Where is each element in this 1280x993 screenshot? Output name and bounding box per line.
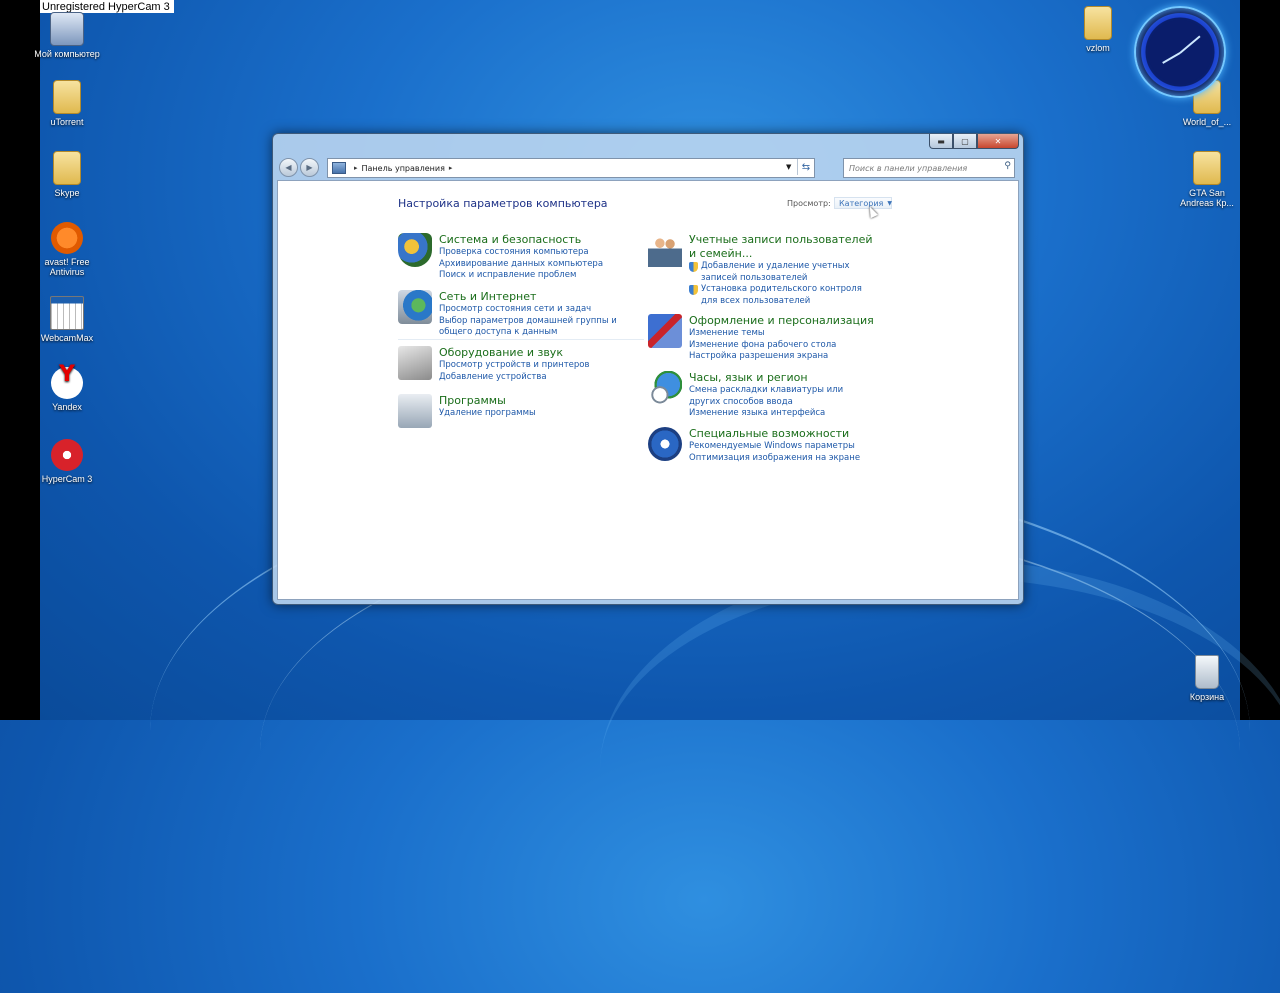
category-heading[interactable]: Сеть и Интернет: [439, 290, 639, 304]
category-heading[interactable]: Программы: [439, 394, 536, 408]
task-link[interactable]: Выбор параметров домашней группы и общег…: [439, 316, 639, 339]
skype-icon: [53, 151, 81, 185]
folder-icon: [1193, 151, 1221, 185]
shield-icon: [398, 233, 432, 267]
task-link[interactable]: Поиск и исправление проблем: [439, 270, 603, 282]
task-link[interactable]: Проверка состояния компьютера: [439, 247, 603, 259]
printer-icon: [398, 346, 432, 380]
desktop-icon-utorrent[interactable]: uTorrent: [32, 80, 102, 127]
category-heading[interactable]: Оборудование и звук: [439, 346, 589, 360]
desktop-icon-avast[interactable]: avast! Free Antivirus: [32, 222, 102, 277]
category-clock-language-region: Часы, язык и регион Смена раскладки клав…: [648, 371, 874, 420]
task-link[interactable]: Настройка разрешения экрана: [689, 351, 874, 363]
recycle-bin-icon: [1195, 655, 1219, 689]
utorrent-icon: [53, 80, 81, 114]
view-by-dropdown[interactable]: Категория ▼: [834, 197, 892, 209]
control-panel-icon: [332, 162, 346, 174]
task-link[interactable]: Рекомендуемые Windows параметры: [689, 441, 860, 453]
task-link[interactable]: Просмотр состояния сети и задач: [439, 304, 639, 316]
clock-hour-hand: [1179, 35, 1201, 54]
task-link[interactable]: Добавление устройства: [439, 372, 589, 384]
task-link[interactable]: Изменение темы: [689, 328, 874, 340]
search-input[interactable]: [847, 162, 1001, 174]
computer-icon: [50, 12, 84, 46]
selection-divider: [398, 339, 644, 340]
task-link[interactable]: Просмотр устройств и принтеров: [439, 360, 589, 372]
accessibility-icon: [648, 427, 682, 461]
page-title: Настройка параметров компьютера: [398, 197, 608, 210]
task-link[interactable]: Установка родительского контроля для все…: [689, 284, 874, 307]
category-heading[interactable]: Часы, язык и регион: [689, 371, 874, 385]
control-panel-window[interactable]: ▬ ▢ ✕ ◀ ▶ ▸ Панель управления ▸ ▼ ⇆ ⚲ На…: [272, 133, 1024, 605]
task-link[interactable]: Изменение языка интерфейса: [689, 408, 874, 420]
avast-icon: [51, 222, 83, 254]
desktop-icon-recycle-bin[interactable]: Корзина: [1172, 655, 1242, 702]
address-dropdown-icon[interactable]: ▼: [786, 159, 796, 175]
address-bar[interactable]: ▸ Панель управления ▸ ▼ ⇆: [327, 158, 815, 178]
category-appearance: Оформление и персонализация Изменение те…: [648, 314, 874, 363]
navigation-bar: ◀ ▶ ▸ Панель управления ▸ ▼ ⇆ ⚲: [279, 156, 1017, 178]
desktop-icon-hypercam[interactable]: HyperCam 3: [32, 439, 102, 484]
chevron-down-icon: ▼: [887, 199, 892, 207]
desktop-icon-webcammax[interactable]: WebcamMax: [32, 296, 102, 343]
folder-icon: [1084, 6, 1112, 40]
yandex-icon: [51, 367, 83, 399]
category-system-security: Система и безопасность Проверка состояни…: [398, 233, 603, 282]
category-hardware-sound: Оборудование и звук Просмотр устройств и…: [398, 346, 589, 383]
content-pane: Настройка параметров компьютера Просмотр…: [277, 180, 1019, 600]
wallpaper-swoosh: [600, 560, 1280, 978]
category-programs: Программы Удаление программы: [398, 394, 536, 428]
caption-buttons: ▬ ▢ ✕: [929, 134, 1019, 149]
breadcrumb-control-panel[interactable]: Панель управления: [362, 164, 445, 173]
back-button[interactable]: ◀: [279, 157, 298, 177]
category-heading[interactable]: Оформление и персонализация: [689, 314, 874, 328]
category-heading[interactable]: Специальные возможности: [689, 427, 860, 441]
programs-icon: [398, 394, 432, 428]
minimize-button[interactable]: ▬: [929, 134, 953, 149]
users-icon: [648, 233, 682, 267]
search-box[interactable]: ⚲: [843, 158, 1015, 178]
category-user-accounts: Учетные записи пользователей и семейн...…: [648, 233, 874, 307]
search-icon[interactable]: ⚲: [1004, 161, 1011, 171]
category-ease-of-access: Специальные возможности Рекомендуемые Wi…: [648, 427, 860, 464]
breadcrumb-separator-icon[interactable]: ▸: [449, 164, 453, 172]
forward-button[interactable]: ▶: [300, 157, 319, 177]
uac-shield-icon: [689, 262, 698, 272]
category-network-internet: Сеть и Интернет Просмотр состояния сети …: [398, 290, 639, 339]
task-link[interactable]: Изменение фона рабочего стола: [689, 340, 874, 352]
network-globe-icon: [398, 290, 432, 324]
uac-shield-icon: [689, 285, 698, 295]
close-button[interactable]: ✕: [977, 134, 1019, 149]
task-link[interactable]: Добавление и удаление учетных записей по…: [689, 261, 874, 284]
desktop-icon-vzlom[interactable]: vzlom: [1063, 6, 1133, 53]
webcammax-icon: [50, 296, 84, 330]
breadcrumb-separator-icon: ▸: [354, 164, 358, 172]
category-heading[interactable]: Система и безопасность: [439, 233, 603, 247]
category-heading[interactable]: Учетные записи пользователей и семейн...: [689, 233, 874, 261]
maximize-button[interactable]: ▢: [953, 134, 977, 149]
desktop-icon-skype[interactable]: Skype: [32, 151, 102, 198]
desktop-icon-yandex[interactable]: Yandex: [32, 367, 102, 412]
view-label: Просмотр:: [787, 199, 831, 208]
appearance-icon: [648, 314, 682, 348]
letterbox-right: [1240, 0, 1280, 720]
task-link[interactable]: Смена раскладки клавиатуры или других сп…: [689, 385, 874, 408]
refresh-icon[interactable]: ⇆: [797, 159, 814, 175]
clock-globe-icon: [648, 371, 682, 405]
hypercam-icon: [51, 439, 83, 471]
desktop-icon-my-computer[interactable]: Мой компьютер: [32, 12, 102, 59]
clock-gadget[interactable]: [1134, 6, 1226, 98]
task-link[interactable]: Удаление программы: [439, 408, 536, 420]
desktop-icon-gta-san-andreas[interactable]: GTA San Andreas Кр...: [1172, 151, 1242, 208]
clock-minute-hand: [1162, 52, 1181, 64]
task-link[interactable]: Архивирование данных компьютера: [439, 259, 603, 271]
task-link[interactable]: Оптимизация изображения на экране: [689, 453, 860, 465]
